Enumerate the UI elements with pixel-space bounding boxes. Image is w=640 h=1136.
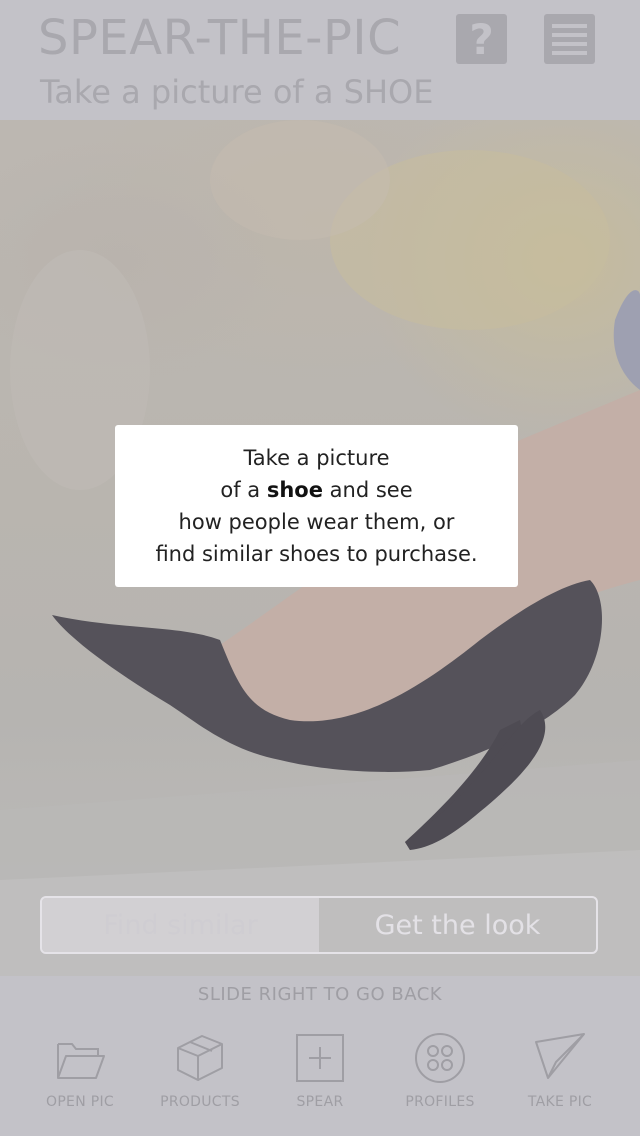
tab-open-pic[interactable]: OPEN PIC [20,1030,140,1120]
info-dialog: Take a picture of a shoe and see how peo… [115,425,518,587]
folder-icon [57,1043,105,1079]
tab-spear[interactable]: SPEAR [260,1030,380,1120]
help-button[interactable]: ? [456,14,507,64]
menu-button[interactable] [544,14,595,64]
profiles-circle-icon [415,1033,465,1083]
get-the-look-button[interactable]: Get the look [319,898,596,952]
find-similar-button[interactable]: Find similar [42,898,319,952]
question-icon: ? [469,14,494,64]
action-segmented-control: Find similar Get the look [40,896,598,954]
dialog-line-3: how people wear them, or [178,510,455,534]
tab-profiles[interactable]: PROFILES [380,1030,500,1120]
plus-square-icon [296,1034,344,1082]
app-subtitle: Take a picture of a SHOE [40,73,434,111]
app-title: SPEAR-THE-PIC [38,10,402,66]
tab-take-pic[interactable]: TAKE PIC [500,1030,620,1120]
dialog-highlight: shoe [266,478,323,502]
tab-products[interactable]: PRODUCTS [140,1030,260,1120]
app-header: SPEAR-THE-PIC Take a picture of a SHOE ? [0,0,640,120]
box-icon [177,1035,223,1081]
paper-plane-icon [535,1033,585,1079]
slide-hint: SLIDE RIGHT TO GO BACK [197,984,443,1005]
dialog-line-2: of a shoe and see [220,478,413,502]
dialog-line-1: Take a picture [243,446,390,470]
dialog-line-4: find similar shoes to purchase. [155,542,478,566]
